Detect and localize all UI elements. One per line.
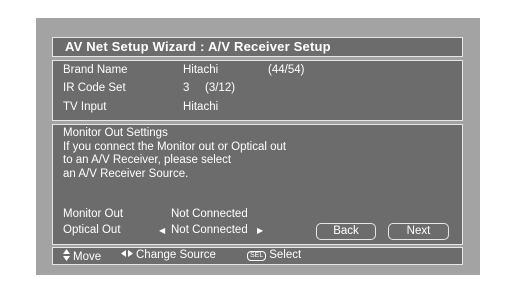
monitor-out-settings-panel: Monitor Out Settings If you connect the …: [52, 124, 463, 245]
optical-out-value[interactable]: Not Connected: [171, 224, 248, 236]
brand-value: Hitachi: [183, 64, 219, 76]
brand-label: Brand Name: [63, 64, 128, 76]
optical-out-label: Optical Out: [63, 224, 121, 236]
settings-heading: Monitor Out Settings: [63, 127, 168, 139]
page-title: AV Net Setup Wizard : A/V Receiver Setup: [65, 39, 331, 54]
tv-input-label: TV Input: [63, 101, 107, 113]
left-right-arrow-icon: [121, 250, 133, 257]
select-hint: SEL Select: [247, 249, 301, 261]
ir-code-count: (3/12): [205, 82, 236, 94]
monitor-out-value: Not Connected: [171, 208, 248, 220]
settings-line-3: an A/V Receiver Source.: [63, 167, 189, 180]
ir-code-value: 3: [183, 82, 190, 94]
brand-count: (44/54): [268, 64, 305, 76]
change-source-hint: Change Source: [121, 249, 216, 261]
move-label: Move: [73, 251, 102, 263]
ir-code-label: IR Code Set: [63, 82, 126, 94]
monitor-out-label: Monitor Out: [63, 208, 124, 220]
next-button[interactable]: Next: [388, 223, 449, 240]
arrow-left-icon[interactable]: ◀: [159, 226, 165, 235]
settings-line-2: to an A/V Receiver, please select: [63, 154, 232, 166]
settings-description: Monitor Out Settings If you connect the …: [63, 127, 286, 181]
arrow-right-icon[interactable]: ▶: [257, 226, 263, 235]
change-source-label: Change Source: [136, 249, 216, 261]
back-button[interactable]: Back: [316, 223, 376, 240]
up-down-arrow-icon: [63, 249, 70, 261]
sel-button-icon: SEL: [247, 251, 267, 261]
tv-screen: AV Net Setup Wizard : A/V Receiver Setup…: [36, 18, 480, 275]
title-bar: AV Net Setup Wizard : A/V Receiver Setup: [52, 37, 463, 57]
footer-hint-bar: Move Change Source SEL Select: [52, 247, 463, 265]
settings-line-1: If you connect the Monitor out or Optica…: [63, 140, 287, 153]
move-hint: Move: [63, 249, 101, 263]
select-label: Select: [269, 249, 302, 261]
tv-input-value: Hitachi: [183, 101, 219, 113]
device-info-panel: Brand Name Hitachi (44/54) IR Code Set 3…: [52, 60, 463, 121]
